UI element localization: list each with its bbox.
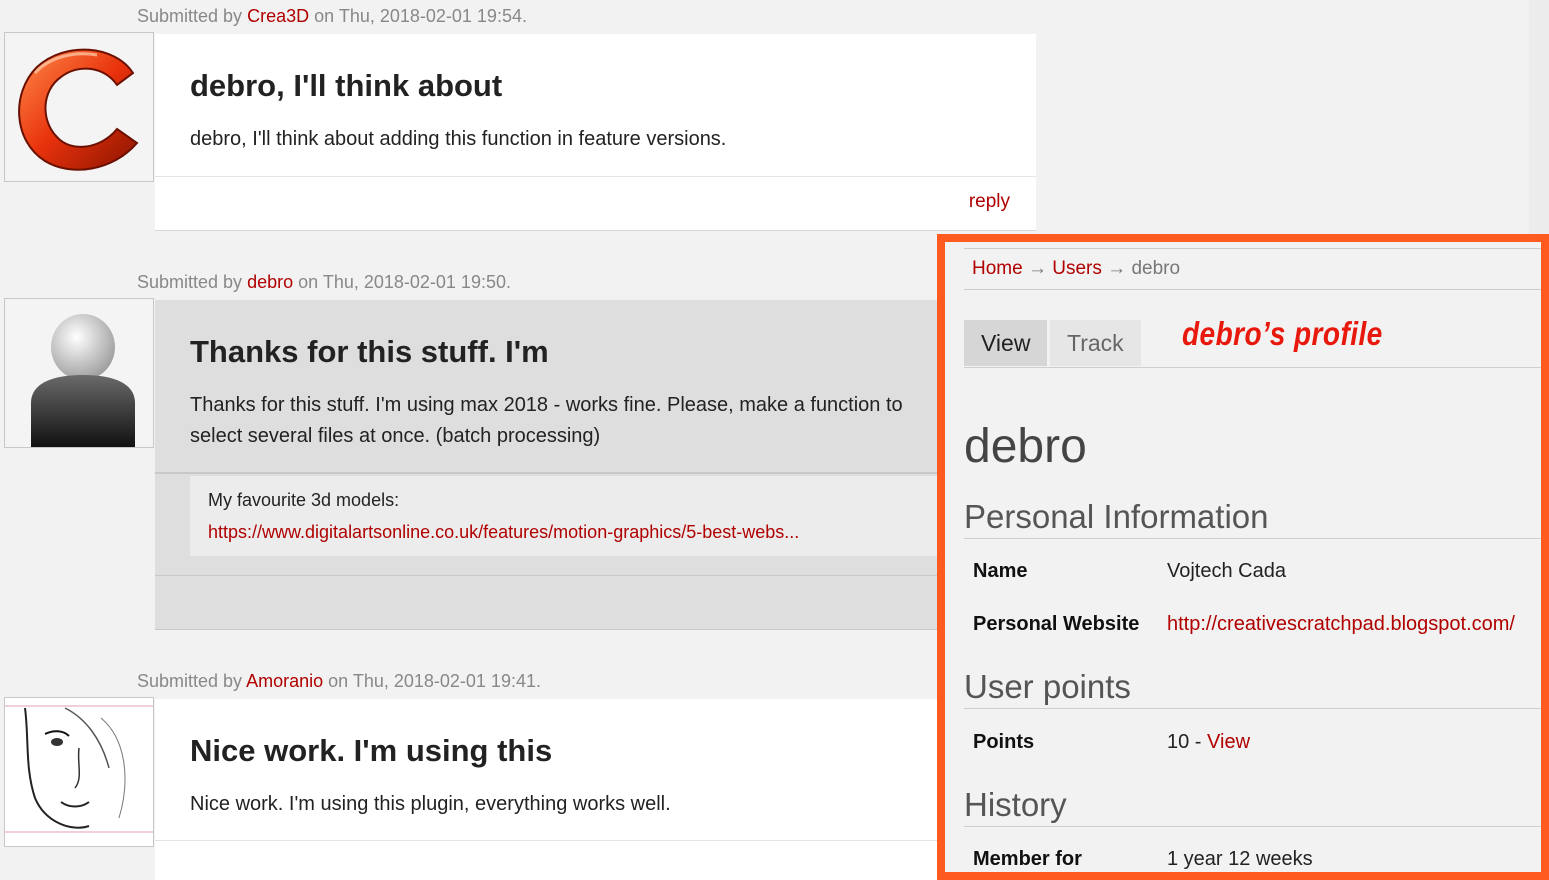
submitted-label: Submitted by bbox=[137, 272, 243, 292]
author-link[interactable]: debro bbox=[247, 272, 293, 292]
comment-date: on Thu, 2018-02-01 19:41. bbox=[328, 671, 541, 691]
default-user-icon bbox=[5, 299, 153, 447]
avatar[interactable] bbox=[4, 32, 154, 182]
author-link[interactable]: Amoranio bbox=[246, 671, 323, 691]
comment-meta: Submitted by debro on Thu, 2018-02-01 19… bbox=[137, 272, 511, 293]
points-view-link[interactable]: View bbox=[1207, 731, 1250, 753]
page-edge bbox=[1529, 0, 1549, 234]
comment-title: debro, I'll think about bbox=[190, 68, 503, 103]
name-label: Name bbox=[973, 560, 1028, 582]
comment-title: Nice work. I'm using this bbox=[190, 733, 553, 768]
breadcrumb-separator: → bbox=[1107, 258, 1127, 279]
divider bbox=[155, 472, 1036, 474]
member-for-value: 1 year 12 weeks bbox=[1167, 848, 1313, 870]
author-link[interactable]: Crea3D bbox=[247, 6, 309, 26]
breadcrumb-users[interactable]: Users bbox=[1052, 258, 1102, 279]
tab-view[interactable]: View bbox=[964, 320, 1048, 366]
comment-body-line: Thanks for this stuff. I'm using max 201… bbox=[190, 394, 903, 416]
comment-meta: Submitted by Amoranio on Thu, 2018-02-01… bbox=[137, 671, 541, 692]
name-value: Vojtech Cada bbox=[1167, 560, 1286, 582]
section-personal-information: Personal Information bbox=[964, 498, 1541, 539]
website-link[interactable]: http://creativescratchpad.blogspot.com/ bbox=[1167, 613, 1515, 636]
comment-date: on Thu, 2018-02-01 19:50. bbox=[298, 272, 511, 292]
breadcrumb-home[interactable]: Home bbox=[972, 258, 1023, 279]
comment-card: Nice work. I'm using this Nice work. I'm… bbox=[155, 699, 1036, 880]
divider bbox=[155, 176, 1036, 177]
comment-meta: Submitted by Crea3D on Thu, 2018-02-01 1… bbox=[137, 6, 527, 27]
comment-card: debro, I'll think about debro, I'll thin… bbox=[155, 34, 1036, 231]
comment-card: Thanks for this stuff. I'm Thanks for th… bbox=[155, 300, 1036, 630]
breadcrumb-current: debro bbox=[1131, 258, 1181, 279]
signature-link[interactable]: https://www.digitalartsonline.co.uk/feat… bbox=[208, 522, 799, 543]
sketch-face-icon bbox=[5, 698, 153, 846]
avatar[interactable] bbox=[4, 298, 154, 448]
profile-username: debro bbox=[964, 420, 1087, 473]
website-label: Personal Website bbox=[973, 613, 1140, 635]
comment-body-line: select several files at once. (batch pro… bbox=[190, 425, 601, 447]
reply-link[interactable]: reply bbox=[969, 191, 1010, 213]
signature-box: My favourite 3d models: https://www.digi… bbox=[190, 476, 1036, 556]
submitted-label: Submitted by bbox=[137, 671, 243, 691]
points-number: 10 - bbox=[1167, 731, 1202, 753]
avatar[interactable] bbox=[4, 697, 154, 847]
profile-annotation: debro’s profile bbox=[1182, 315, 1383, 352]
member-for-label: Member for bbox=[973, 848, 1082, 870]
comment-title: Thanks for this stuff. I'm bbox=[190, 334, 549, 369]
divider bbox=[155, 840, 1036, 841]
comment-date: on Thu, 2018-02-01 19:54. bbox=[314, 6, 527, 26]
tab-track[interactable]: Track bbox=[1050, 320, 1141, 366]
tab-underline bbox=[964, 367, 1541, 368]
points-label: Points bbox=[973, 731, 1035, 753]
points-value: 10 - View bbox=[1167, 731, 1250, 754]
comment-body: debro, I'll think about adding this func… bbox=[190, 128, 727, 150]
crea3d-logo-icon bbox=[18, 48, 139, 171]
breadcrumb: Home → Users → debro bbox=[964, 248, 1541, 290]
divider bbox=[155, 575, 1036, 576]
submitted-label: Submitted by bbox=[137, 6, 243, 26]
signature-label: My favourite 3d models: bbox=[208, 490, 400, 510]
section-history: History bbox=[964, 786, 1541, 827]
profile-panel: Home → Users → debro View Track debro’s … bbox=[937, 234, 1549, 880]
comment-body: Nice work. I'm using this plugin, everyt… bbox=[190, 793, 671, 815]
section-user-points: User points bbox=[964, 668, 1541, 709]
breadcrumb-separator: → bbox=[1027, 258, 1047, 279]
